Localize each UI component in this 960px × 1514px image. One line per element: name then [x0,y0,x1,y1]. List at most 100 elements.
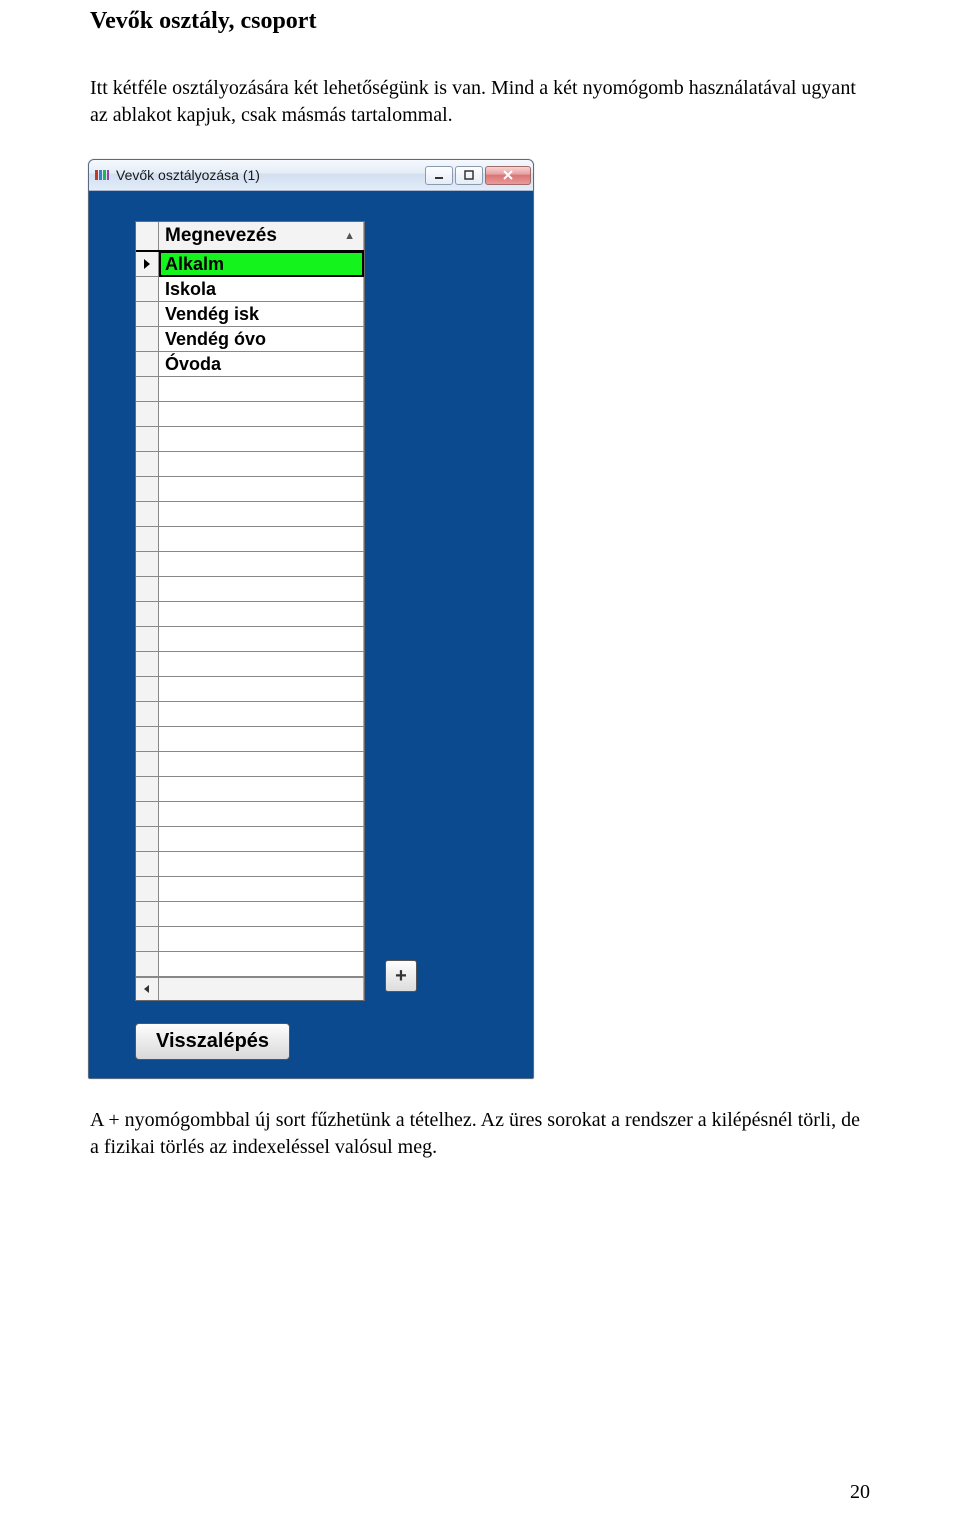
row-header [136,727,159,751]
cell[interactable] [159,427,364,451]
row-header [136,402,159,426]
row-header [136,627,159,651]
cell[interactable] [159,802,364,826]
scroll-left-arrow[interactable] [136,978,159,1000]
column-header[interactable]: Megnevezés ▲ [159,222,364,250]
row-header [136,427,159,451]
table-row[interactable] [136,927,364,952]
table-row[interactable] [136,627,364,652]
table-row[interactable] [136,727,364,752]
row-header [136,952,159,976]
data-grid[interactable]: Megnevezés ▲ AlkalmIskolaVendég iskVendé… [135,221,365,1001]
table-row[interactable] [136,902,364,927]
column-header-label: Megnevezés [165,225,277,247]
row-header [136,477,159,501]
row-header [136,677,159,701]
table-row[interactable] [136,502,364,527]
cell[interactable]: Alkalm [159,251,364,277]
table-row[interactable] [136,677,364,702]
table-row[interactable] [136,477,364,502]
table-row[interactable] [136,777,364,802]
table-row[interactable] [136,852,364,877]
row-header [136,602,159,626]
cell[interactable] [159,552,364,576]
table-row[interactable] [136,577,364,602]
table-row[interactable]: Iskola [136,277,364,302]
close-button[interactable] [485,166,531,185]
table-row[interactable]: Óvoda [136,352,364,377]
cell[interactable] [159,402,364,426]
scroll-track[interactable] [159,978,364,1000]
cell[interactable] [159,927,364,951]
table-row[interactable] [136,752,364,777]
row-header [136,902,159,926]
window-titlebar[interactable]: Vevők osztályozása (1) [89,160,533,191]
row-header [136,652,159,676]
minimize-button[interactable] [425,166,453,185]
row-header [136,352,159,376]
table-row[interactable] [136,702,364,727]
table-row[interactable] [136,802,364,827]
cell[interactable] [159,502,364,526]
row-header [136,702,159,726]
row-header [136,777,159,801]
cell[interactable] [159,852,364,876]
table-row[interactable] [136,427,364,452]
cell[interactable] [159,677,364,701]
table-row[interactable] [136,402,364,427]
row-header [136,802,159,826]
cell[interactable] [159,577,364,601]
horizontal-scrollbar[interactable] [136,977,364,1000]
table-row[interactable]: Vendég óvo [136,327,364,352]
cell[interactable] [159,727,364,751]
app-icon [94,167,110,183]
table-row[interactable] [136,377,364,402]
row-header [136,502,159,526]
row-header [136,527,159,551]
cell[interactable]: Iskola [159,277,364,301]
cell[interactable] [159,877,364,901]
doc-heading: Vevők osztály, csoport [90,8,870,35]
row-header [136,377,159,401]
table-row[interactable]: Alkalm [136,252,364,277]
row-header [136,827,159,851]
app-window: Vevők osztályozása (1) [88,159,534,1079]
cell[interactable]: Vendég óvo [159,327,364,351]
cell[interactable] [159,602,364,626]
row-header [136,327,159,351]
footer-paragraph: A + nyomógombbal új sort fűzhetünk a tét… [90,1107,870,1161]
table-row[interactable] [136,652,364,677]
table-row[interactable] [136,602,364,627]
cell[interactable] [159,777,364,801]
table-row[interactable] [136,952,364,977]
cell[interactable] [159,527,364,551]
add-row-button[interactable]: + [385,960,417,992]
cell[interactable] [159,752,364,776]
table-row[interactable] [136,827,364,852]
cell[interactable] [159,702,364,726]
row-header [136,277,159,301]
cell[interactable] [159,627,364,651]
back-button[interactable]: Visszalépés [135,1023,290,1060]
grid-header[interactable]: Megnevezés ▲ [136,222,364,252]
intro-paragraph: Itt kétféle osztályozására két lehetőség… [90,75,870,129]
table-row[interactable] [136,552,364,577]
row-header [136,852,159,876]
cell[interactable] [159,652,364,676]
cell[interactable] [159,827,364,851]
table-row[interactable] [136,527,364,552]
table-row[interactable] [136,452,364,477]
table-row[interactable]: Vendég isk [136,302,364,327]
table-row[interactable] [136,877,364,902]
row-header-corner [136,222,159,250]
cell[interactable]: Óvoda [159,352,364,376]
cell[interactable] [159,902,364,926]
row-header [136,552,159,576]
cell[interactable]: Vendég isk [159,302,364,326]
cell[interactable] [159,477,364,501]
row-header [136,577,159,601]
maximize-button[interactable] [455,166,483,185]
cell[interactable] [159,952,364,976]
cell[interactable] [159,452,364,476]
cell[interactable] [159,377,364,401]
